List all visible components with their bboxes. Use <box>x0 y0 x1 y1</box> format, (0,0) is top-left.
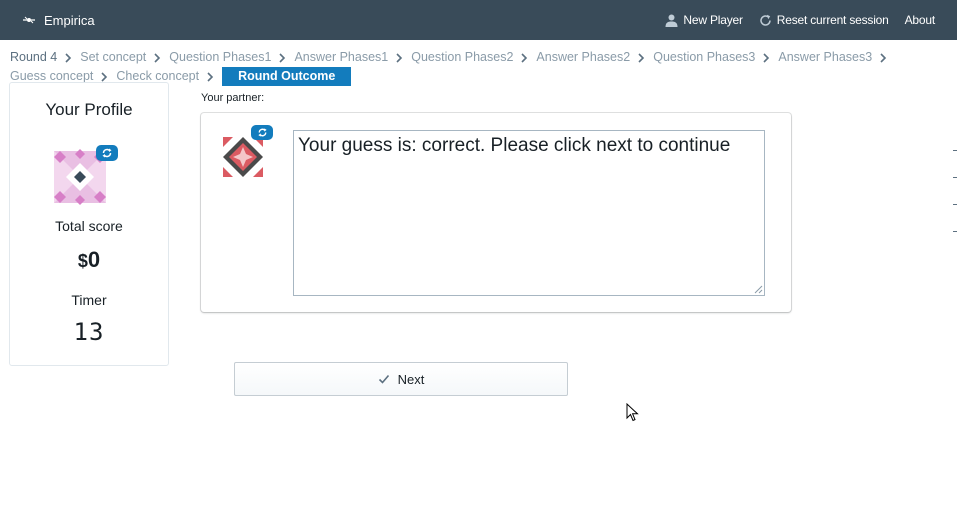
breadcrumb-item: Answer Phases2 <box>536 48 653 67</box>
breadcrumb-label: Answer Phases1 <box>294 50 389 64</box>
breadcrumb-current: Round Outcome <box>222 67 352 86</box>
breadcrumb-label: Round Outcome <box>222 67 352 86</box>
timer-label: Timer <box>71 292 107 308</box>
partner-label: Your partner: <box>201 92 265 104</box>
breadcrumb-label: Round 4 <box>10 50 58 64</box>
breadcrumb-label: Set concept <box>80 50 147 64</box>
breadcrumb-item: Question Phases1 <box>169 48 294 67</box>
breadcrumb-label: Question Phases3 <box>653 50 756 64</box>
mouse-cursor-icon <box>626 403 639 422</box>
profile-card: Your Profile Total score $0 Timer 13 <box>9 82 169 366</box>
new-player-button[interactable]: New Player <box>665 13 743 27</box>
breadcrumb-label: Answer Phases3 <box>778 50 873 64</box>
check-icon <box>378 374 389 384</box>
page-edge-marks <box>953 150 957 258</box>
currency-symbol: $ <box>77 251 88 271</box>
about-link[interactable]: About <box>904 13 936 27</box>
person-icon <box>665 14 678 27</box>
chevron-right-icon <box>154 52 161 63</box>
partner-message-textarea[interactable]: Your guess is: correct. Please click nex… <box>293 130 765 296</box>
chevron-right-icon <box>65 52 72 63</box>
partner-refresh-badge[interactable] <box>251 125 273 140</box>
about-label: About <box>904 13 936 27</box>
score-number: 0 <box>87 247 101 272</box>
next-button-label: Next <box>397 371 425 387</box>
chevron-right-icon <box>207 71 214 82</box>
breadcrumb-item: Question Phases3 <box>653 48 778 67</box>
timer-value: 13 <box>73 318 105 346</box>
chevron-right-icon <box>521 52 528 63</box>
breadcrumb-item: Answer Phases1 <box>294 48 411 67</box>
partner-avatar <box>221 125 273 177</box>
brand-label: Empirica <box>44 12 95 28</box>
top-navbar: Empirica New Player Reset current sessio… <box>0 0 957 40</box>
player-avatar <box>52 145 118 207</box>
avatar-refresh-badge[interactable] <box>96 145 118 161</box>
chevron-right-icon <box>101 71 108 82</box>
chevron-right-icon <box>880 52 887 63</box>
refresh-icon <box>257 128 267 137</box>
brand[interactable]: Empirica <box>22 0 95 40</box>
chevron-right-icon <box>396 52 403 63</box>
empirica-logo-icon <box>23 16 35 24</box>
total-score-label: Total score <box>55 218 123 234</box>
partner-message-text: Your guess is: correct. Please click nex… <box>298 135 731 156</box>
breadcrumb-label: Question Phases1 <box>169 50 272 64</box>
chevron-right-icon <box>279 52 286 63</box>
refresh-icon <box>102 148 112 158</box>
breadcrumb-label: Answer Phases2 <box>536 50 631 64</box>
reset-session-label: Reset current session <box>776 13 889 27</box>
reset-session-button[interactable]: Reset current session <box>759 13 889 27</box>
partner-card: Your guess is: correct. Please click nex… <box>201 113 791 312</box>
score-value: $0 <box>10 247 168 273</box>
refresh-icon <box>760 14 771 26</box>
chevron-right-icon <box>763 52 770 63</box>
resize-grip-icon[interactable] <box>753 284 763 294</box>
breadcrumb-item: Question Phases2 <box>411 48 536 67</box>
breadcrumb-item: Round 4 <box>10 48 80 67</box>
breadcrumb-label: Question Phases2 <box>411 50 514 64</box>
profile-title: Your Profile <box>45 100 133 119</box>
next-button[interactable]: Next <box>234 362 568 396</box>
stage-breadcrumb: Round 4 Set concept Question Phases1 Answer… <box>10 48 910 86</box>
new-player-label: New Player <box>683 13 743 27</box>
chevron-right-icon <box>638 52 645 63</box>
breadcrumb-item: Answer Phases3 <box>778 48 895 67</box>
breadcrumb-item: Set concept <box>80 48 169 67</box>
